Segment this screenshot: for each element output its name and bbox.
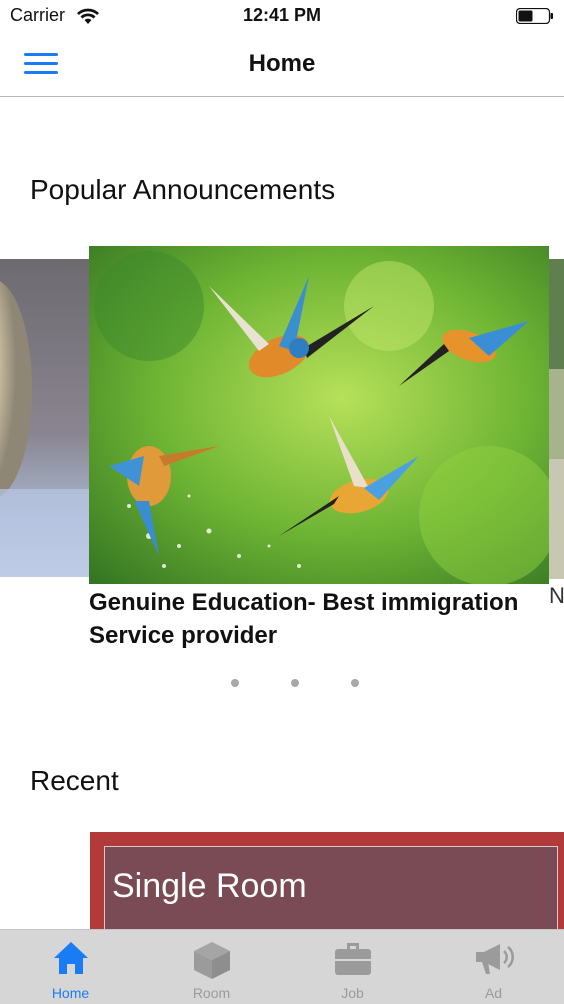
announcement-card-title[interactable]: Genuine Education- Best immigration Serv…: [89, 586, 539, 652]
battery-icon: [516, 8, 553, 24]
megaphone-icon: [475, 944, 514, 974]
page-dot[interactable]: [231, 679, 239, 687]
recent-item-title: Single Room: [112, 867, 307, 905]
home-icon: [53, 942, 88, 974]
recent-heading: Recent: [30, 765, 119, 796]
tab-job[interactable]: Job: [282, 930, 423, 1004]
announcement-card-title-next[interactable]: N tr: [549, 580, 564, 612]
kingfisher-photo: [89, 246, 549, 584]
page-title: Home: [248, 50, 316, 77]
tab-label-ad: Ad: [484, 985, 503, 1001]
cube-icon: [193, 942, 230, 979]
landscape-photo: [549, 259, 564, 579]
tab-bar: Home Room Job Ad: [0, 929, 564, 1004]
briefcase-icon: [334, 943, 371, 975]
announcement-card-image-previous[interactable]: [0, 259, 89, 577]
popular-announcements-heading: Popular Announcements: [30, 174, 336, 205]
tab-ad[interactable]: Ad: [423, 930, 564, 1004]
announcement-card-image[interactable]: [89, 246, 549, 584]
carousel-page-indicator[interactable]: [0, 679, 564, 689]
recent-item-card[interactable]: Single Room: [90, 832, 564, 932]
clock-label: 12:41 PM: [242, 5, 322, 25]
announcement-carousel[interactable]: Genuine Education- Best immigration Serv…: [0, 246, 564, 666]
page-dot[interactable]: [351, 679, 359, 687]
status-bar: Carrier 12:41 PM: [0, 0, 564, 32]
announcement-card-image-next[interactable]: [549, 259, 564, 579]
tab-room[interactable]: Room: [141, 930, 282, 1004]
tab-home[interactable]: Home: [0, 930, 141, 1004]
tab-label-job: Job: [341, 985, 364, 1001]
owl-photo: [0, 259, 89, 577]
tab-label-home: Home: [51, 985, 90, 1001]
page-dot[interactable]: [291, 679, 299, 687]
navigation-bar: Home: [0, 32, 564, 97]
tab-label-room: Room: [192, 985, 231, 1001]
